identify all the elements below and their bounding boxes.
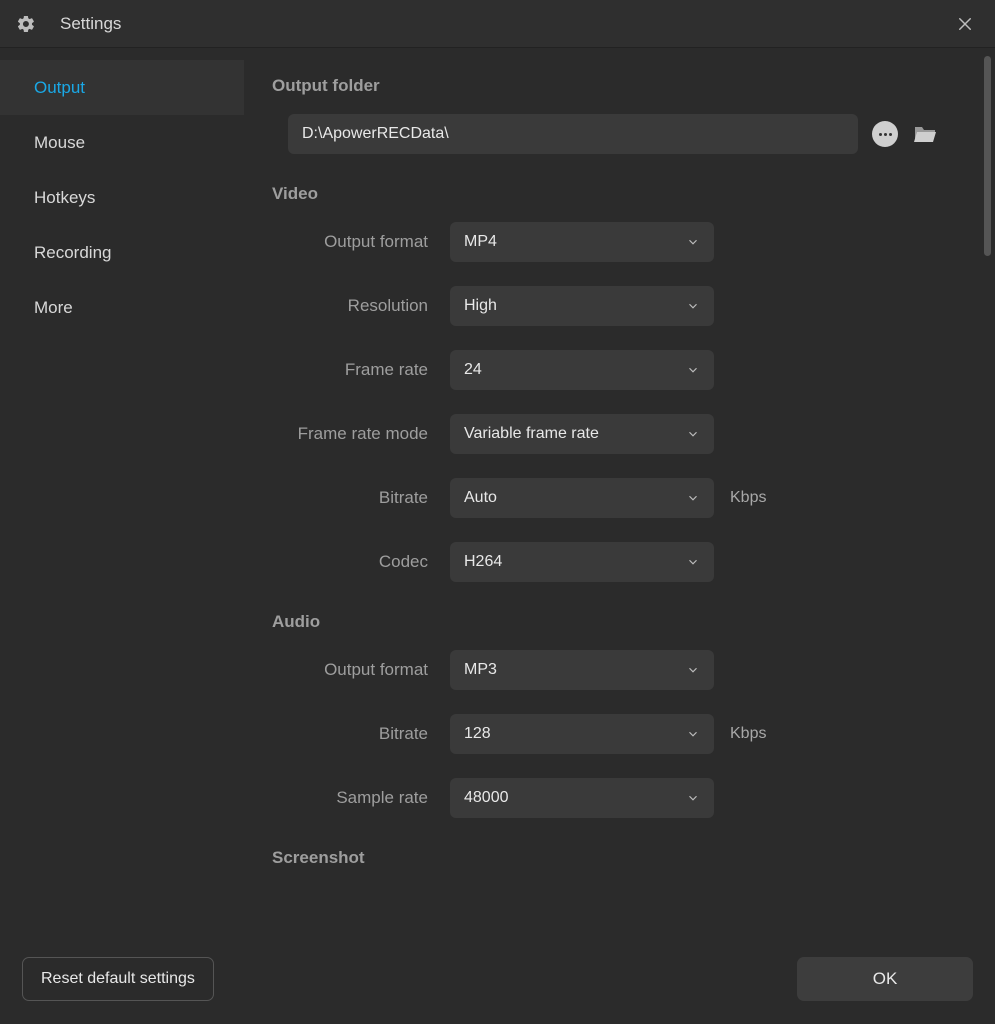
select-value: High	[464, 297, 497, 315]
select-value: Variable frame rate	[464, 425, 599, 443]
open-folder-button[interactable]	[912, 123, 938, 145]
select-frame-rate-mode[interactable]: Variable frame rate	[450, 414, 714, 454]
section-output-folder: Output folder	[272, 76, 959, 96]
sidebar-item-more[interactable]: More	[0, 280, 244, 335]
label-video-bitrate: Bitrate	[272, 488, 450, 508]
select-value: Auto	[464, 489, 497, 507]
window-title: Settings	[60, 14, 121, 34]
label-resolution: Resolution	[272, 296, 450, 316]
unit-kbps: Kbps	[730, 725, 766, 743]
chevron-down-icon	[686, 663, 700, 677]
select-value: 128	[464, 725, 491, 743]
select-sample-rate[interactable]: 48000	[450, 778, 714, 818]
section-audio: Audio	[272, 612, 959, 632]
close-icon[interactable]	[953, 12, 977, 36]
sidebar-item-label: Recording	[34, 243, 112, 263]
chevron-down-icon	[686, 791, 700, 805]
sidebar-item-label: More	[34, 298, 73, 318]
sidebar-item-label: Mouse	[34, 133, 85, 153]
select-value: H264	[464, 553, 502, 571]
sidebar-item-output[interactable]: Output	[0, 60, 244, 115]
scrollbar-thumb[interactable]	[984, 56, 991, 256]
label-audio-output-format: Output format	[272, 660, 450, 680]
select-value: 48000	[464, 789, 509, 807]
select-value: MP4	[464, 233, 497, 251]
chevron-down-icon	[686, 427, 700, 441]
select-video-bitrate[interactable]: Auto	[450, 478, 714, 518]
browse-button[interactable]	[872, 121, 898, 147]
footer: Reset default settings OK	[0, 934, 995, 1024]
sidebar-item-label: Hotkeys	[34, 188, 95, 208]
chevron-down-icon	[686, 491, 700, 505]
select-resolution[interactable]: High	[450, 286, 714, 326]
chevron-down-icon	[686, 363, 700, 377]
label-sample-rate: Sample rate	[272, 788, 450, 808]
label-frame-rate-mode: Frame rate mode	[272, 424, 450, 444]
select-value: 24	[464, 361, 482, 379]
folder-icon	[913, 124, 937, 144]
select-video-output-format[interactable]: MP4	[450, 222, 714, 262]
titlebar: Settings	[0, 0, 995, 48]
select-frame-rate[interactable]: 24	[450, 350, 714, 390]
chevron-down-icon	[686, 555, 700, 569]
chevron-down-icon	[686, 299, 700, 313]
output-folder-input[interactable]	[288, 114, 858, 154]
select-value: MP3	[464, 661, 497, 679]
label-video-output-format: Output format	[272, 232, 450, 252]
chevron-down-icon	[686, 727, 700, 741]
reset-defaults-button[interactable]: Reset default settings	[22, 957, 214, 1001]
ellipsis-icon	[879, 133, 892, 136]
section-screenshot: Screenshot	[272, 848, 959, 868]
sidebar-item-recording[interactable]: Recording	[0, 225, 244, 280]
gear-icon	[16, 14, 36, 34]
select-audio-bitrate[interactable]: 128	[450, 714, 714, 754]
label-frame-rate: Frame rate	[272, 360, 450, 380]
settings-content: Output folder Video	[244, 48, 995, 934]
unit-kbps: Kbps	[730, 489, 766, 507]
sidebar-item-label: Output	[34, 78, 85, 98]
label-audio-bitrate: Bitrate	[272, 724, 450, 744]
section-video: Video	[272, 184, 959, 204]
select-codec[interactable]: H264	[450, 542, 714, 582]
sidebar-item-mouse[interactable]: Mouse	[0, 115, 244, 170]
select-audio-output-format[interactable]: MP3	[450, 650, 714, 690]
ok-button[interactable]: OK	[797, 957, 973, 1001]
sidebar: Output Mouse Hotkeys Recording More	[0, 48, 244, 934]
sidebar-item-hotkeys[interactable]: Hotkeys	[0, 170, 244, 225]
label-codec: Codec	[272, 552, 450, 572]
chevron-down-icon	[686, 235, 700, 249]
